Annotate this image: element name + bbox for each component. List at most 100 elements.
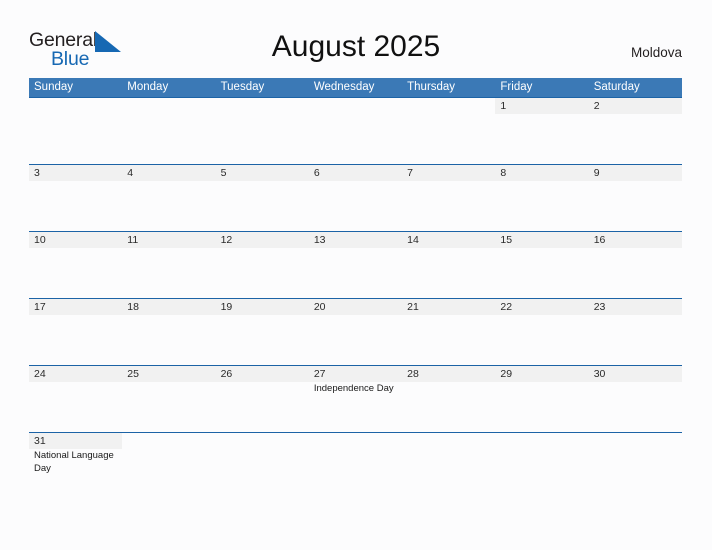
- day-events: [495, 114, 588, 115]
- calendar-day-cell[interactable]: 19: [215, 299, 309, 365]
- day-number: 7: [407, 167, 413, 179]
- day-events: [402, 382, 495, 383]
- calendar-day-cell-empty: [589, 433, 682, 499]
- calendar-day-cell-empty: [309, 98, 402, 164]
- calendar-day-cell[interactable]: 25: [122, 366, 216, 432]
- calendar-day-cell[interactable]: 22: [495, 299, 589, 365]
- day-events: [122, 248, 215, 249]
- day-number-band: 21: [402, 299, 496, 315]
- day-number: 16: [593, 234, 606, 246]
- calendar-day-cell[interactable]: 11: [122, 232, 216, 298]
- calendar-day-cell[interactable]: 1: [495, 98, 589, 164]
- calendar-day-cell[interactable]: 27 Independence Day: [308, 366, 403, 432]
- calendar-day-cell[interactable]: 8: [495, 165, 589, 231]
- day-number-band: 17: [29, 299, 123, 315]
- day-number-band: 4: [122, 165, 216, 181]
- calendar-week-row: 17 18 19 20 21 22 23: [29, 298, 682, 365]
- day-number: 28: [407, 368, 419, 380]
- day-number: 27: [313, 368, 326, 380]
- day-number: 2: [593, 100, 600, 112]
- calendar-day-cell[interactable]: 5: [215, 165, 309, 231]
- day-number: 10: [34, 234, 46, 246]
- day-number-band: [402, 98, 495, 114]
- day-number-band: 29: [495, 366, 589, 382]
- calendar-day-cell[interactable]: 13: [308, 232, 403, 298]
- calendar-day-cell[interactable]: 20: [308, 299, 403, 365]
- day-number-band: 5: [215, 165, 309, 181]
- calendar-day-cell[interactable]: 9: [588, 165, 682, 231]
- calendar-day-cell-empty: [309, 433, 402, 499]
- calendar-day-cell[interactable]: 31 National Language Day: [29, 433, 123, 499]
- day-number: 29: [500, 368, 513, 380]
- calendar-day-cell[interactable]: 14: [402, 232, 496, 298]
- day-events: [122, 449, 215, 450]
- calendar-grid: Sunday Monday Tuesday Wednesday Thursday…: [29, 78, 682, 499]
- calendar-day-cell[interactable]: 7: [402, 165, 496, 231]
- calendar-day-cell-empty: [402, 433, 495, 499]
- day-number-band: 10: [29, 232, 123, 248]
- calendar-day-cell[interactable]: 2: [588, 98, 682, 164]
- day-number-band: 12: [215, 232, 309, 248]
- day-number-band: [122, 98, 215, 114]
- day-events: [29, 382, 122, 383]
- day-number-band: 27: [308, 366, 403, 382]
- day-events: [495, 248, 588, 249]
- day-events: [29, 114, 122, 115]
- calendar-day-cell[interactable]: 23: [588, 299, 682, 365]
- calendar-day-cell[interactable]: 16: [588, 232, 682, 298]
- calendar-day-cell[interactable]: 10: [29, 232, 123, 298]
- calendar-day-cell[interactable]: 3: [29, 165, 123, 231]
- calendar-day-cell[interactable]: 6: [308, 165, 403, 231]
- day-number: 6: [313, 167, 320, 179]
- day-number: 12: [220, 234, 233, 246]
- day-number: 3: [34, 167, 40, 179]
- weekday-header-row: Sunday Monday Tuesday Wednesday Thursday…: [29, 78, 682, 97]
- calendar-day-cell-empty: [216, 98, 309, 164]
- calendar-day-cell[interactable]: 24: [29, 366, 123, 432]
- day-events: [309, 181, 402, 182]
- calendar-day-cell[interactable]: 21: [402, 299, 496, 365]
- day-events: [216, 248, 309, 249]
- day-number: 26: [220, 368, 233, 380]
- day-events: [29, 248, 122, 249]
- weekday-header-wednesday: Wednesday: [313, 81, 375, 93]
- calendar-day-cell[interactable]: 30: [588, 366, 682, 432]
- day-number: 18: [127, 301, 139, 313]
- day-number-band: 20: [308, 299, 403, 315]
- day-number-band: 18: [122, 299, 216, 315]
- calendar-page: General Blue August 2025 Moldova Sunday …: [0, 0, 712, 550]
- day-number-band: 31: [29, 433, 123, 449]
- calendar-day-cell-empty: [402, 98, 495, 164]
- calendar-weeks: 1 2 3 4 5 6 7 8 9 10 11 12 13 14 15 16 17 18 19 20 21 22 23 24 2…: [29, 97, 682, 499]
- calendar-day-cell[interactable]: 28: [402, 366, 496, 432]
- day-number-band: 23: [588, 299, 682, 315]
- calendar-day-cell-empty: [216, 433, 309, 499]
- calendar-week-row: 10 11 12 13 14 15 16: [29, 231, 682, 298]
- holiday-event-label: Independence Day: [313, 383, 394, 394]
- day-number-band: 28: [402, 366, 496, 382]
- day-events: [122, 382, 215, 383]
- day-events: [402, 248, 495, 249]
- calendar-day-cell[interactable]: 17: [29, 299, 123, 365]
- day-number: 14: [407, 234, 419, 246]
- day-number: 23: [593, 301, 606, 313]
- day-number-band: 8: [495, 165, 589, 181]
- weekday-header-friday: Friday: [500, 81, 533, 93]
- day-events: [402, 114, 495, 115]
- day-number-band: 25: [122, 366, 216, 382]
- calendar-day-cell[interactable]: 4: [122, 165, 216, 231]
- day-number-band: [122, 433, 215, 449]
- day-events: [402, 181, 495, 182]
- page-title: August 2025: [271, 30, 441, 63]
- day-events: [589, 181, 682, 182]
- calendar-day-cell-empty: [122, 433, 215, 499]
- calendar-day-cell[interactable]: 18: [122, 299, 216, 365]
- calendar-day-cell[interactable]: 29: [495, 366, 589, 432]
- day-number: 11: [127, 234, 139, 246]
- day-number: 31: [34, 435, 46, 447]
- calendar-day-cell[interactable]: 15: [495, 232, 589, 298]
- calendar-day-cell[interactable]: 12: [215, 232, 309, 298]
- calendar-day-cell[interactable]: 26: [215, 366, 309, 432]
- day-events: [402, 449, 495, 450]
- day-events: [29, 181, 122, 182]
